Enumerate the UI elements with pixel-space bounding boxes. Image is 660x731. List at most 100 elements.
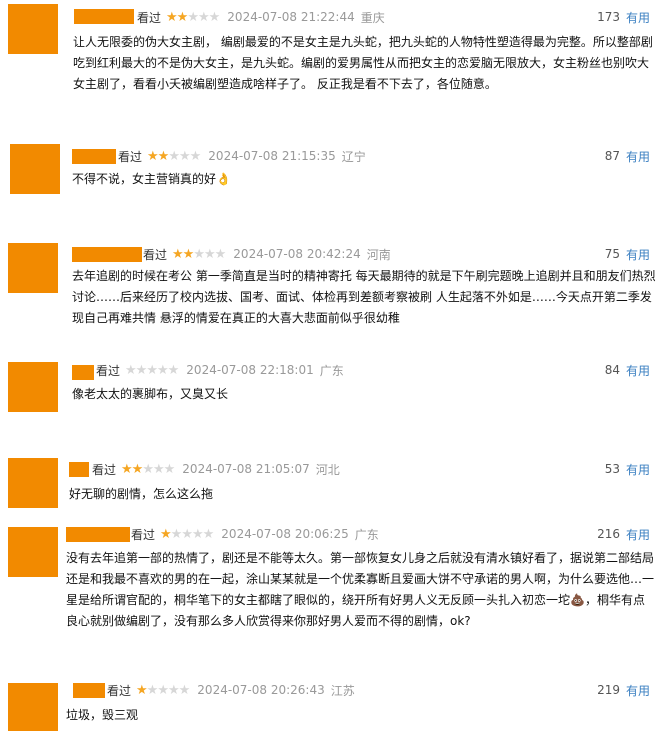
review-location: 江苏: [330, 683, 355, 698]
useful-count: 87: [604, 149, 620, 163]
review-meta: 看过 ★ ★ ★ ★ ★ 2024-07-08 20:26:43 江苏: [107, 682, 355, 698]
username-redacted[interactable]: [69, 462, 89, 477]
review-text: 不得不说，女主营销真的好👌: [72, 172, 231, 186]
star-rating: ★ ★ ★ ★ ★: [166, 9, 221, 25]
review-date: 2024-07-08 20:42:24: [233, 247, 361, 261]
useful-count: 53: [604, 462, 620, 476]
star-empty-icon: ★: [208, 9, 221, 25]
review-location: 辽宁: [341, 149, 366, 164]
star-empty-icon: ★: [189, 148, 202, 164]
username-redacted[interactable]: [72, 149, 116, 164]
username-redacted[interactable]: [72, 247, 142, 262]
star-rating: ★ ★ ★ ★ ★: [160, 526, 215, 542]
star-empty-icon: ★: [214, 246, 227, 262]
review-meta: 看过 ★ ★ ★ ★ ★ 2024-07-08 21:22:44 重庆: [137, 9, 385, 25]
avatar[interactable]: [8, 243, 58, 293]
seen-label: 看过: [118, 149, 143, 164]
username-redacted[interactable]: [72, 365, 94, 380]
review-date: 2024-07-08 21:22:44: [227, 10, 355, 24]
useful-vote[interactable]: 87 有用: [605, 148, 650, 164]
star-empty-icon: ★: [193, 246, 205, 262]
star-rating: ★ ★ ★ ★ ★: [172, 246, 227, 262]
review-meta: 看过 ★ ★ ★ ★ ★ 2024-07-08 21:15:35 辽宁: [118, 148, 366, 164]
useful-count: 173: [597, 10, 620, 24]
useful-button[interactable]: 有用: [626, 362, 650, 379]
star-empty-icon: ★: [125, 362, 137, 378]
review-text: 去年追剧的时候在考公 第一季简直是当时的精神寄托 每天最期待的就是下午刷完题晚上…: [72, 269, 656, 325]
star-filled-icon: ★: [172, 246, 184, 262]
review-text: 让人无限委的伪大女主剧， 编剧最爱的不是女主是九头蛇，把九头蛇的人物特性塑造得最…: [73, 35, 653, 91]
avatar[interactable]: [8, 683, 58, 731]
star-empty-icon: ★: [178, 148, 191, 164]
avatar[interactable]: [8, 4, 58, 54]
star-empty-icon: ★: [197, 9, 210, 25]
star-empty-icon: ★: [142, 461, 154, 477]
star-filled-icon: ★: [182, 246, 195, 262]
useful-button[interactable]: 有用: [626, 148, 650, 165]
star-filled-icon: ★: [157, 148, 170, 164]
useful-vote[interactable]: 219 有用: [597, 682, 650, 698]
review-date: 2024-07-08 21:05:07: [182, 462, 310, 476]
star-empty-icon: ★: [167, 682, 180, 698]
useful-vote[interactable]: 216 有用: [597, 526, 650, 542]
review-date: 2024-07-08 20:06:25: [221, 527, 349, 541]
review-location: 广东: [319, 363, 344, 378]
star-filled-icon: ★: [166, 9, 178, 25]
avatar[interactable]: [8, 458, 58, 508]
star-empty-icon: ★: [170, 526, 183, 542]
useful-count: 84: [604, 363, 620, 377]
useful-count: 216: [597, 527, 620, 541]
seen-label: 看过: [107, 683, 132, 698]
seen-label: 看过: [92, 462, 117, 477]
avatar[interactable]: [8, 527, 58, 577]
useful-button[interactable]: 有用: [626, 682, 650, 699]
review-date: 2024-07-08 21:15:35: [208, 149, 336, 163]
avatar[interactable]: [8, 362, 58, 412]
star-empty-icon: ★: [167, 362, 180, 378]
star-empty-icon: ★: [146, 682, 159, 698]
useful-button[interactable]: 有用: [626, 246, 650, 263]
useful-vote[interactable]: 173 有用: [597, 9, 650, 25]
star-empty-icon: ★: [203, 246, 216, 262]
star-empty-icon: ★: [152, 461, 165, 477]
seen-label: 看过: [137, 10, 162, 25]
star-filled-icon: ★: [160, 526, 172, 542]
star-rating: ★ ★ ★ ★ ★: [121, 461, 175, 477]
star-empty-icon: ★: [156, 362, 169, 378]
star-filled-icon: ★: [176, 9, 189, 25]
review-date: 2024-07-08 22:18:01: [186, 363, 314, 377]
seen-label: 看过: [143, 247, 168, 262]
star-empty-icon: ★: [202, 526, 215, 542]
review-meta: 看过 ★ ★ ★ ★ ★ 2024-07-08 20:42:24 河南: [143, 246, 391, 262]
review-meta: 看过 ★ ★ ★ ★ ★ 2024-07-08 21:05:07 河北: [92, 461, 340, 477]
review-text: 像老太太的裹脚布，又臭又长: [72, 387, 229, 401]
review-text: 没有去年追第一部的热情了，剧还是不能等太久。第一部恢复女儿身之后就没有清水镇好看…: [66, 551, 655, 628]
username-redacted[interactable]: [73, 683, 105, 698]
useful-vote[interactable]: 84 有用: [605, 362, 650, 378]
seen-label: 看过: [96, 363, 121, 378]
star-empty-icon: ★: [181, 526, 193, 542]
star-empty-icon: ★: [157, 682, 169, 698]
review-location: 重庆: [360, 10, 385, 25]
star-empty-icon: ★: [146, 362, 158, 378]
username-redacted[interactable]: [66, 527, 130, 542]
star-empty-icon: ★: [178, 682, 191, 698]
avatar[interactable]: [10, 144, 60, 194]
useful-vote[interactable]: 53 有用: [605, 461, 650, 477]
review-meta: 看过 ★ ★ ★ ★ ★ 2024-07-08 20:06:25 广东: [131, 526, 379, 542]
useful-button[interactable]: 有用: [626, 461, 650, 478]
useful-button[interactable]: 有用: [626, 9, 650, 26]
useful-vote[interactable]: 75 有用: [605, 246, 650, 262]
star-empty-icon: ★: [187, 9, 199, 25]
seen-label: 看过: [131, 527, 156, 542]
star-rating: ★ ★ ★ ★ ★: [125, 362, 180, 378]
review-location: 广东: [354, 527, 379, 542]
useful-count: 219: [597, 683, 620, 697]
star-filled-icon: ★: [121, 461, 133, 477]
useful-button[interactable]: 有用: [626, 526, 650, 543]
username-redacted[interactable]: [74, 9, 134, 24]
star-filled-icon: ★: [147, 148, 159, 164]
star-empty-icon: ★: [135, 362, 148, 378]
star-rating: ★ ★ ★ ★ ★: [147, 148, 202, 164]
review-meta: 看过 ★ ★ ★ ★ ★ 2024-07-08 22:18:01 广东: [96, 362, 344, 378]
